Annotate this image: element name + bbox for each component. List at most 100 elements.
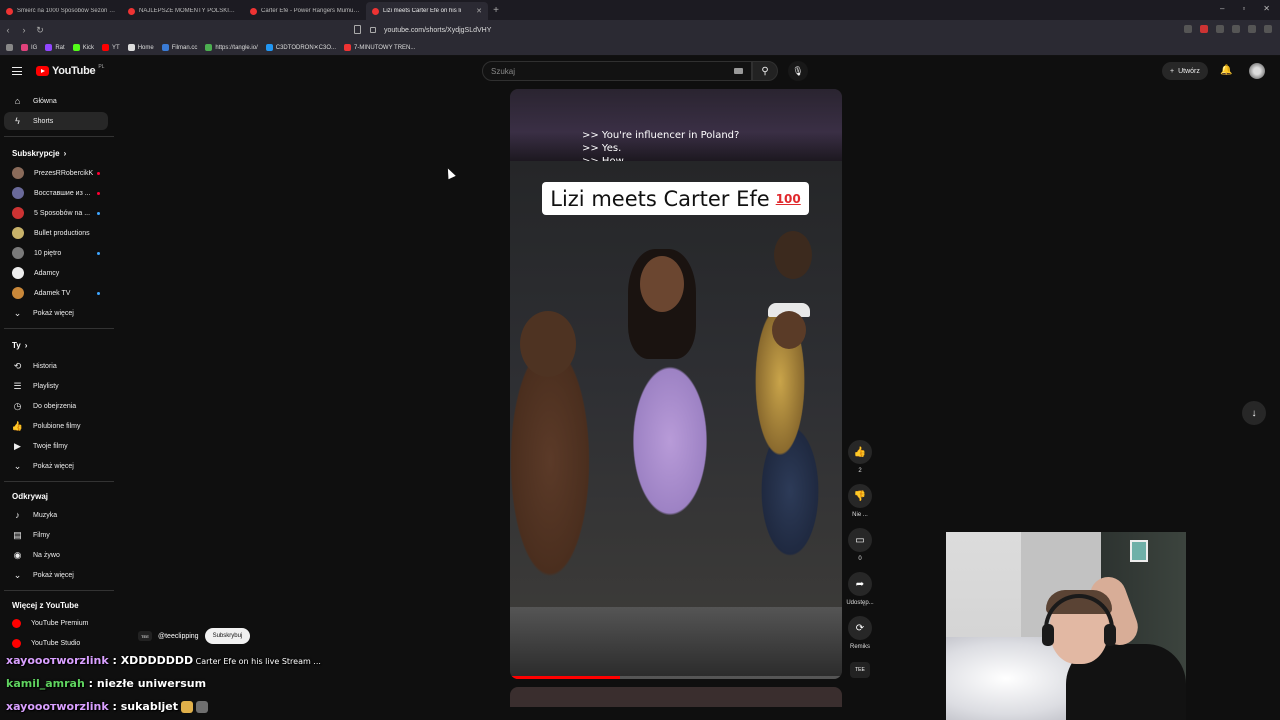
browser-tab[interactable]: Carter Efe - Power Rangers Mumu Fi (244, 2, 366, 20)
history-icon: ⟲ (13, 360, 22, 371)
thumbs-up-icon: 👍 (11, 420, 24, 431)
show-more-explore[interactable]: ⌄ Pokaż więcej (4, 566, 108, 584)
comments-button[interactable]: ▭ (848, 528, 872, 552)
site-info-icon[interactable] (370, 27, 376, 33)
sidebar-item-studio[interactable]: YouTube Studio (4, 634, 108, 652)
sidebar-item-playlists[interactable]: ☰ Playlisty (4, 377, 108, 395)
sidebar-item-subscription[interactable]: Adamek TV (4, 284, 108, 302)
bookmark-item[interactable]: IG (21, 44, 37, 51)
avatar[interactable] (1249, 63, 1265, 79)
hundred-points-emoji: 100 (775, 191, 801, 206)
sidebar-item-liked[interactable]: 👍 Polubione filmy (4, 417, 108, 435)
audio-source-thumbnail[interactable]: TEE (850, 662, 870, 678)
bookmark-item[interactable]: Rat (45, 44, 65, 51)
youtube-favicon-icon (6, 7, 13, 15)
sidebar-item-subscription[interactable]: 5 Sposobów na ... (4, 204, 108, 222)
back-icon[interactable]: ‹ (0, 25, 16, 35)
short-video-player[interactable]: >> You're influencer in Poland? >> Yes. … (510, 89, 842, 679)
sidebar-item-premium[interactable]: YouTube Premium (4, 614, 108, 632)
extension-icon[interactable] (1200, 25, 1208, 33)
sidebar-item-home[interactable]: ⌂ Główna (4, 92, 108, 110)
extension-icon[interactable] (1216, 25, 1224, 33)
browser-tab-bar: Śmierć na 1000 Sposobów Sezon 2 C NAJLEP… (0, 0, 1280, 20)
new-content-dot (97, 211, 100, 215)
share-button[interactable]: ➦ (848, 572, 872, 596)
sidebar-item-your-videos[interactable]: ▶ Twoje filmy (4, 437, 108, 455)
notifications-bell-icon[interactable]: 🔔 (1220, 65, 1232, 77)
new-content-dot (97, 291, 100, 295)
minimize-icon[interactable]: – (1220, 4, 1224, 13)
close-tab-icon[interactable]: ✕ (476, 7, 482, 15)
sidebar-item-subscription[interactable]: PrezesRRobercikK (4, 164, 108, 182)
sidebar-item-music[interactable]: ♪ Muzyka (4, 506, 108, 524)
channel-handle[interactable]: @teeclipping (158, 633, 199, 640)
extension-icon[interactable] (1232, 25, 1240, 33)
sidebar-item-history[interactable]: ⟲ Historia (4, 357, 108, 375)
channel-avatar[interactable]: TEE (138, 631, 152, 641)
close-window-icon[interactable]: ✕ (1263, 4, 1270, 13)
streamer-webcam (946, 532, 1186, 720)
sidebar-item-movies[interactable]: ▤ Filmy (4, 526, 108, 544)
channel-avatar (12, 187, 24, 199)
subscribe-button[interactable]: Subskrybuj (204, 628, 251, 644)
sidebar-item-live[interactable]: ◉ Na żywo (4, 546, 108, 564)
wall-picture (1130, 540, 1148, 562)
bookmark-item[interactable]: Home (127, 44, 154, 51)
shorts-icon: ϟ (15, 116, 20, 126)
live-indicator (97, 171, 100, 175)
divider (4, 590, 114, 591)
bookmark-item[interactable]: https://tangle.io/ (205, 44, 258, 51)
video-top-overlay: >> You're influencer in Poland? >> Yes. … (510, 89, 842, 167)
browser-tab[interactable]: Śmierć na 1000 Sposobów Sezon 2 C (0, 2, 122, 20)
new-content-dot (97, 251, 100, 255)
you-heading[interactable]: Ty › (12, 341, 27, 350)
search-button[interactable]: ⚲ (752, 61, 778, 81)
apps-icon[interactable] (6, 44, 13, 51)
sidebar-item-subscription[interactable]: Восставшие из ... (4, 184, 108, 202)
keyboard-icon[interactable] (734, 68, 743, 74)
voice-search-button[interactable]: 🎙 (788, 61, 808, 81)
show-more-subscriptions[interactable]: ⌄ Pokaż więcej (4, 304, 108, 322)
sidebar-item-watch-later[interactable]: ◷ Do obejrzenia (4, 397, 108, 415)
youtube-play-icon (36, 66, 49, 76)
bookmark-item[interactable]: 7-MINUTOWY TREN... (344, 44, 415, 51)
new-tab-button[interactable]: + (488, 5, 504, 16)
live-icon: ◉ (13, 549, 22, 560)
show-more-you[interactable]: ⌄ Pokaż więcej (4, 457, 108, 475)
sidebar-item-subscription[interactable]: Bullet productions (4, 224, 108, 242)
man-head (774, 231, 812, 279)
hamburger-menu-icon[interactable] (12, 67, 22, 75)
like-button[interactable]: 👍 (848, 440, 872, 464)
bookmark-item[interactable]: YT (102, 44, 120, 51)
bookmark-item[interactable]: C3DTODRON✕C3O... (265, 44, 336, 51)
extension-icon[interactable] (1184, 25, 1192, 33)
bookmark-item[interactable]: Filman.cc (161, 44, 197, 51)
next-short-button[interactable]: ↓ (1242, 401, 1266, 425)
chevron-right-icon: › (63, 149, 67, 158)
forward-icon[interactable]: › (16, 25, 32, 35)
subscriptions-heading[interactable]: Subskrypcje › (12, 149, 66, 158)
music-icon: ♪ (15, 510, 20, 520)
menu-icon[interactable] (1264, 25, 1272, 33)
browser-tab[interactable]: NAJLEPSZE MOMENTY POLSKIEGO (122, 2, 244, 20)
maximize-icon[interactable]: ▫ (1242, 4, 1245, 13)
reload-icon[interactable]: ↻ (32, 25, 48, 36)
browser-tab-active[interactable]: Lizi meets Carter Efe on his li ✕ (366, 2, 488, 20)
bookmark-icon[interactable] (354, 25, 361, 34)
search-input[interactable]: Szukaj (482, 61, 752, 81)
create-button[interactable]: + Utwórz (1162, 62, 1208, 80)
extension-icon[interactable] (1248, 25, 1256, 33)
sidebar-item-shorts[interactable]: ϟ Shorts (4, 112, 108, 130)
next-short-preview[interactable] (510, 687, 842, 707)
sidebar-item-subscription[interactable]: 10 piętro (4, 244, 108, 262)
headset-cup (1104, 624, 1116, 646)
remix-button[interactable]: ⟳ (848, 616, 872, 640)
sidebar-item-subscription[interactable]: Adamcy (4, 264, 108, 282)
url-field[interactable]: youtube.com/shorts/XydjgSLdVHY (370, 23, 910, 37)
bookmark-item[interactable]: Kick (72, 44, 94, 51)
dislike-button[interactable]: 👎 (848, 484, 872, 508)
progress-bar[interactable] (510, 676, 842, 679)
arrow-down-icon: ↓ (1251, 407, 1257, 419)
youtube-logo[interactable]: YouTube PL (36, 64, 104, 77)
youtube-studio-icon (12, 638, 21, 648)
